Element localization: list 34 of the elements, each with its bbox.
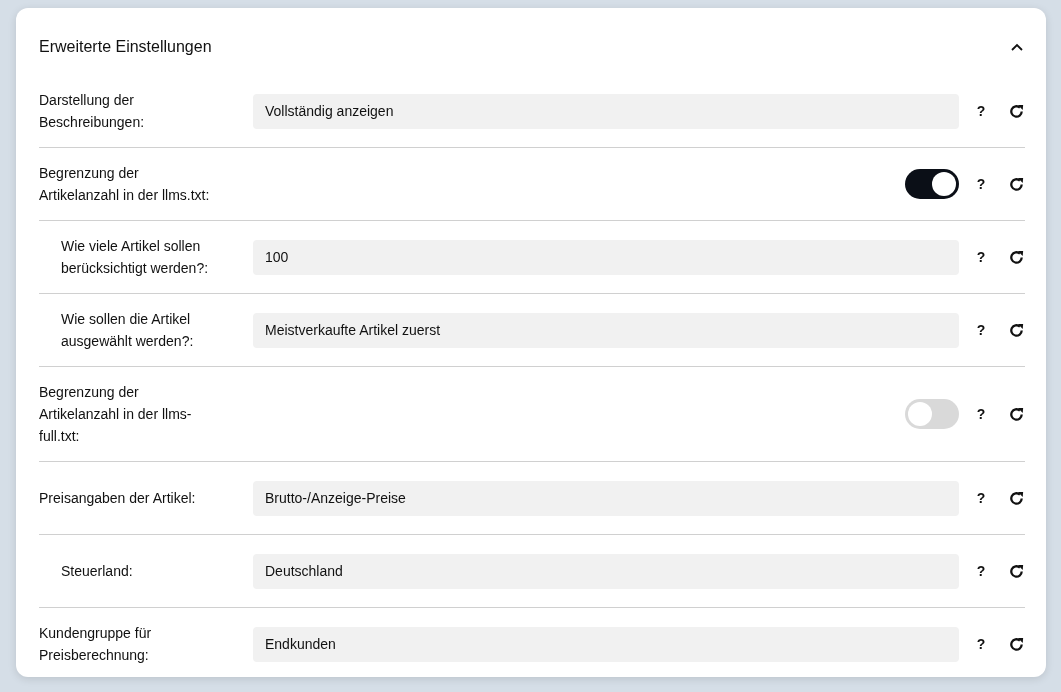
collapse-icon[interactable]: [1011, 42, 1023, 51]
reset-icon[interactable]: [1008, 175, 1025, 193]
setting-label: Preisangaben der Artikel:: [39, 489, 197, 508]
toggle-switch[interactable]: [905, 399, 959, 429]
setting-label: Wie viele Artikel sollen berücksichtigt werden?:: [60, 237, 210, 278]
help-icon[interactable]: ?: [976, 563, 986, 579]
help-icon[interactable]: ?: [976, 636, 986, 652]
reset-icon[interactable]: [1008, 102, 1025, 120]
reset-icon[interactable]: [1008, 562, 1025, 580]
help-icon[interactable]: ?: [976, 249, 986, 265]
help-icon[interactable]: ?: [976, 322, 986, 338]
help-icon[interactable]: ?: [976, 103, 986, 119]
input-field[interactable]: Meistverkaufte Artikel zuerst: [253, 312, 959, 348]
reset-icon[interactable]: [1008, 489, 1025, 507]
setting-label: Darstellung der Beschreibungen:: [39, 91, 146, 132]
setting-label: Wie sollen die Artikel ausgewählt werden?:: [60, 310, 195, 351]
setting-label: Steuerland:: [60, 562, 134, 581]
setting-label: Begrenzung der Artikelanzahl in der llms.txt:: [39, 164, 211, 205]
help-icon[interactable]: ?: [976, 490, 986, 506]
setting-label: Kundengruppe für Preisberechnung:: [39, 624, 153, 665]
toggle-switch[interactable]: [905, 169, 959, 199]
input-field[interactable]: Vollständig anzeigen: [253, 93, 959, 129]
input-field[interactable]: Endkunden: [253, 626, 959, 662]
reset-icon[interactable]: [1008, 248, 1025, 266]
reset-icon[interactable]: [1008, 321, 1025, 339]
input-field[interactable]: 100: [253, 239, 959, 275]
input-field[interactable]: Deutschland: [253, 553, 959, 589]
reset-icon[interactable]: [1008, 405, 1025, 423]
help-icon[interactable]: ?: [976, 406, 986, 422]
setting-label: Begrenzung der Artikelanzahl in der llms-full.txt:: [39, 383, 193, 446]
input-field[interactable]: Brutto-/Anzeige-Preise: [253, 480, 959, 516]
panel-title: Erweiterte Einstellungen: [39, 37, 212, 56]
help-icon[interactable]: ?: [976, 176, 986, 192]
reset-icon[interactable]: [1008, 635, 1025, 653]
